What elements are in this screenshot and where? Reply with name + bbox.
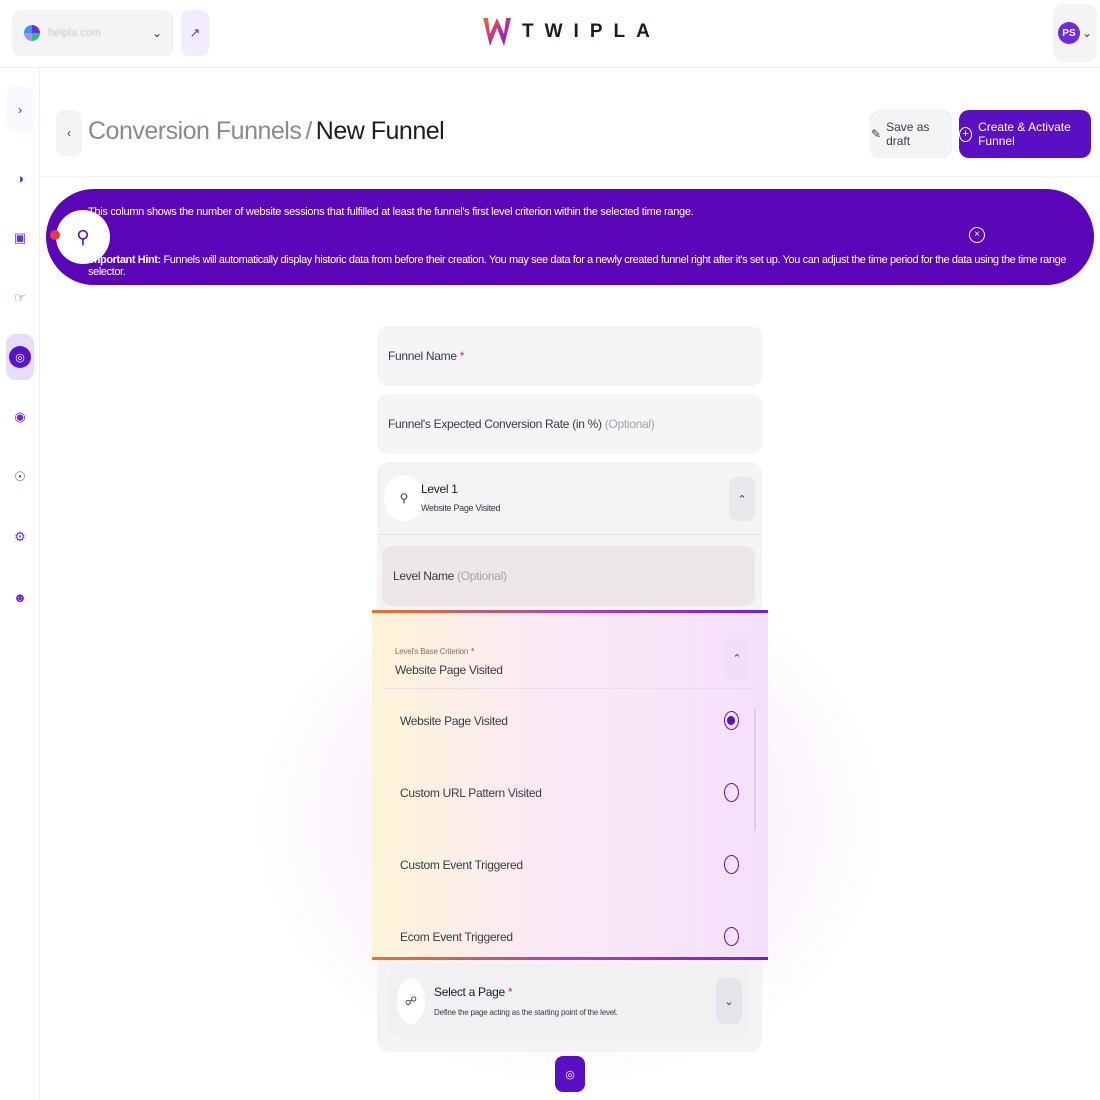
criterion-option[interactable]: Website Page Visited [400,701,740,741]
globe-icon [24,25,40,41]
radio-selected[interactable] [724,711,739,730]
sidebar-item-support[interactable]: ☻ [6,574,34,620]
link-icon: ☍ [397,978,425,1024]
page-title-current: New Funnel [315,117,445,145]
conversion-rate-field[interactable]: Funnel's Expected Conversion Rate (in %)… [377,394,762,454]
funnels-icon: ◎ [9,346,31,368]
sidebar-item-ecommerce[interactable]: ▣ [6,215,34,261]
dropdown-scrollbar[interactable] [754,709,756,831]
sidebar-item-behavior[interactable]: ☞ [6,275,34,321]
criterion-select[interactable]: Level's Base Criterion * Website Page Vis… [383,627,756,689]
arrow-left-icon: ‹ [67,126,71,140]
conversion-rate-label: Funnel's Expected Conversion Rate (in %) [388,417,602,431]
chevron-down-icon: ⌄ [724,995,734,1008]
criterion-option[interactable]: Custom URL Pattern Visited [400,773,740,813]
level-header[interactable]: ⚲ Level 1 Website Page Visited ⌃ [377,462,762,534]
optional-label: (Optional) [604,417,655,431]
banner-hint-text: Funnels will automatically display histo… [88,254,1067,278]
select-page-subtitle: Define the page acting as the starting p… [434,1008,618,1017]
banner-hint: Important Hint: Funnels will automatical… [88,254,1094,278]
chevron-up-icon: ⌃ [732,652,742,665]
required-mark: * [459,349,465,363]
option-label: Custom URL Pattern Visited [400,786,542,800]
level-subtitle: Website Page Visited [421,503,501,513]
header-divider [40,176,1100,177]
criterion-label: Level's Base Criterion * [395,647,474,656]
option-label: Custom Event Triggered [400,858,523,872]
location-pin-icon: ⚲ [384,475,424,521]
chevron-up-icon: ⌃ [737,493,747,506]
sidebar-item-expand[interactable]: › [6,86,34,132]
criterion-dropdown: Level's Base Criterion * Website Page Vis… [372,610,768,960]
banner-text: This column shows the number of website … [88,206,694,218]
level-name-field[interactable]: Level Name (Optional) [382,546,755,606]
notification-dot [50,230,60,240]
pencil-icon: ✎ [871,127,882,141]
funnel-name-label: Funnel Name [388,349,457,363]
analytics-icon: ◑ [16,170,24,186]
criterion-option[interactable]: Ecom Event Triggered [400,917,740,957]
site-selector[interactable]: helpla.com ⌄ [12,10,174,56]
chevron-down-icon: ⌄ [151,26,162,40]
sidebar: › ◑ ▣ ☞ ◎ ◉ ☉ ⚙ ☻ [0,68,40,1100]
logo-text: TWIPLA [522,21,661,42]
add-level-button[interactable]: ◎ [555,1056,585,1092]
feedback-icon: ◉ [14,409,26,424]
radio[interactable] [724,927,739,946]
user-menu[interactable]: PS ⌄ [1053,4,1097,62]
sidebar-item-analytics[interactable]: ◑ [6,155,34,201]
option-label: Website Page Visited [400,714,508,728]
criterion-collapse-button[interactable]: ⌃ [724,635,750,681]
level-title: Level 1 [421,482,458,496]
create-activate-button[interactable]: + Create & Activate Funnel [959,110,1091,158]
settings-icon: ⚙ [14,529,26,544]
criterion-option[interactable]: Custom Event Triggered [400,845,740,885]
radio[interactable] [724,855,739,874]
privacy-icon: ☉ [14,469,26,484]
sidebar-item-feedback[interactable]: ◉ [6,394,34,440]
avatar: PS [1057,22,1080,44]
chevron-down-icon: ⌄ [1081,26,1093,40]
level-collapse-button[interactable]: ⌃ [729,477,755,521]
optional-label: (Optional) [457,569,507,583]
radio[interactable] [724,783,739,802]
criterion-value: Website Page Visited [395,663,503,677]
criterion-label-text: Level's Base Criterion [395,647,469,656]
site-name: helpla.com [48,27,102,39]
save-draft-button[interactable]: ✎ Save as draft [870,110,952,158]
select-page-title: Select a Page * [434,985,513,999]
option-label: Ecom Event Triggered [400,930,513,944]
ecommerce-icon: ▣ [13,230,27,245]
select-page-title-text: Select a Page [434,985,505,999]
save-draft-label: Save as draft [886,120,930,148]
page-title: Conversion Funnels / New Funnel [88,117,445,146]
expand-icon: › [17,101,23,117]
close-icon[interactable]: × [969,227,985,243]
select-page-field[interactable]: ☍ Select a Page * Define the page acting … [389,964,750,1038]
sidebar-item-settings[interactable]: ⚙ [6,514,34,560]
level-name-label: Level Name [393,569,455,583]
info-banner: ⚲ This column shows the number of websit… [46,189,1094,285]
funnel-name-field[interactable]: Funnel Name * [377,326,762,386]
logo: TWIPLA [482,16,661,48]
support-icon: ☻ [13,589,27,605]
top-bar: helpla.com ⌄ ↗ TWIPLA PS ⌄ [0,0,1100,68]
plus-circle-icon: + [959,126,973,142]
external-link-icon: ↗ [189,25,201,40]
plus-icon: ◎ [565,1068,575,1081]
required-mark: * [471,647,475,656]
breadcrumb[interactable]: Conversion Funnels [88,117,302,145]
required-mark: * [507,985,513,999]
select-page-chevron[interactable]: ⌄ [716,978,742,1024]
sidebar-item-funnels[interactable]: ◎ [6,334,34,380]
banner-hint-label: Important Hint: [88,254,161,266]
breadcrumb-separator: / [305,117,312,145]
sidebar-item-privacy[interactable]: ☉ [6,454,34,500]
back-button[interactable]: ‹ [56,110,82,156]
behavior-icon: ☞ [14,290,26,305]
create-activate-label: Create & Activate Funnel [978,120,1071,148]
level-divider [377,534,762,535]
external-link-button[interactable]: ↗ [181,10,209,56]
logo-icon [483,18,511,46]
